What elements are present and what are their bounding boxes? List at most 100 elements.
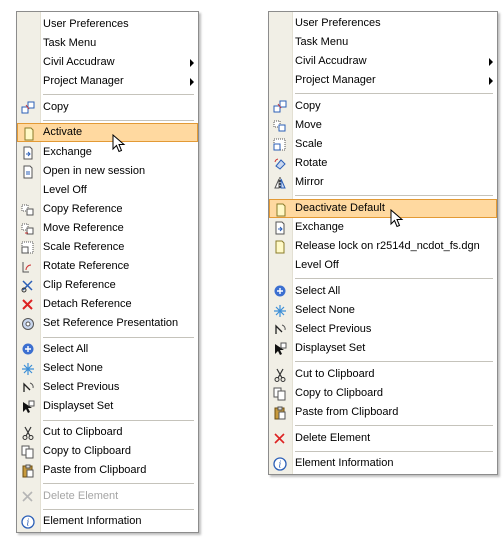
- displayset-icon: [20, 399, 36, 415]
- mouse-cursor-icon: [390, 209, 404, 228]
- menu-item-displayset-set[interactable]: Displayset Set: [17, 397, 198, 416]
- menu-item-project-manager[interactable]: Project Manager: [17, 72, 198, 91]
- menu-item-cut-to-clipboard[interactable]: Cut to Clipboard: [17, 423, 198, 442]
- select-all-icon: [20, 342, 36, 358]
- menu-item-rotate[interactable]: Rotate: [269, 154, 497, 173]
- menu-item-select-none[interactable]: Select None: [269, 301, 497, 320]
- submenu-arrow-icon: [190, 59, 194, 67]
- select-all-icon: [272, 284, 288, 300]
- menu-item-delete-element[interactable]: Delete Element: [269, 429, 497, 448]
- menu-item-civil-accudraw[interactable]: Civil Accudraw: [17, 53, 198, 72]
- menu-item-element-information[interactable]: i Element Information: [269, 454, 497, 473]
- menu-item-label: Displayset Set: [295, 342, 366, 354]
- menu-item-user-preferences[interactable]: User Preferences: [17, 15, 198, 34]
- menu-item-label: Move Reference: [43, 222, 124, 234]
- menu-item-scale[interactable]: Scale: [269, 135, 497, 154]
- menu-item-level-off[interactable]: Level Off: [269, 256, 497, 275]
- menu-item-label: Civil Accudraw: [295, 55, 367, 67]
- menu-item-label: Scale: [295, 138, 323, 150]
- cut-icon: [20, 425, 36, 441]
- menu-item-label: Deactivate Default: [295, 202, 385, 214]
- menu-item-label: Cut to Clipboard: [43, 426, 123, 438]
- context-menu-right: User Preferences Task Menu Civil Accudra…: [268, 11, 498, 475]
- paste-icon: [20, 463, 36, 479]
- menu-item-exchange[interactable]: Exchange: [269, 218, 497, 237]
- menu-item-displayset-set[interactable]: Displayset Set: [269, 339, 497, 358]
- menu-separator: [43, 337, 194, 338]
- menu-item-move[interactable]: Move: [269, 116, 497, 135]
- menu-item-cut-to-clipboard[interactable]: Cut to Clipboard: [269, 365, 497, 384]
- menu-item-label: Rotate Reference: [43, 260, 130, 272]
- menu-item-select-none[interactable]: Select None: [17, 359, 198, 378]
- menu-item-label: Level Off: [295, 259, 339, 271]
- menu-item-copy[interactable]: Copy: [269, 97, 497, 116]
- mouse-cursor-icon: [112, 134, 126, 153]
- rotate-reference-icon: [20, 259, 36, 275]
- menu-item-scale-reference[interactable]: Scale Reference: [17, 238, 198, 257]
- menu-item-project-manager[interactable]: Project Manager: [269, 71, 497, 90]
- menu-separator: [43, 483, 194, 484]
- menu-item-paste-from-clipboard[interactable]: Paste from Clipboard: [269, 403, 497, 422]
- copy-icon: [272, 99, 288, 115]
- menu-item-label: Level Off: [43, 184, 87, 196]
- menu-item-label: Delete Element: [43, 490, 119, 502]
- menu-item-label: Project Manager: [295, 74, 376, 86]
- menu-item-label: Paste from Clipboard: [43, 464, 147, 476]
- menu-item-civil-accudraw[interactable]: Civil Accudraw: [269, 52, 497, 71]
- menu-item-move-reference[interactable]: Move Reference: [17, 219, 198, 238]
- menu-item-label: User Preferences: [43, 18, 129, 30]
- menu-item-select-all[interactable]: Select All: [17, 340, 198, 359]
- menu-separator: [295, 195, 493, 196]
- menu-item-exchange[interactable]: Exchange: [17, 143, 198, 162]
- menu-item-open-in-new-session[interactable]: Open in new session: [17, 162, 198, 181]
- menu-item-label: Paste from Clipboard: [295, 406, 399, 418]
- open-session-icon: [20, 164, 36, 180]
- menu-item-label: Copy: [295, 100, 321, 112]
- menu-item-copy[interactable]: Copy: [17, 98, 198, 117]
- menu-separator: [43, 509, 194, 510]
- menu-item-label: Release lock on r2514d_ncdot_fs.dgn: [295, 240, 480, 252]
- menu-item-user-preferences[interactable]: User Preferences: [269, 14, 497, 33]
- menu-item-deactivate-default[interactable]: Deactivate Default: [269, 199, 497, 218]
- menu-item-label: Copy: [43, 101, 69, 113]
- menu-item-detach-reference[interactable]: Detach Reference: [17, 295, 198, 314]
- menu-item-label: Project Manager: [43, 75, 124, 87]
- info-icon: i: [20, 514, 36, 530]
- submenu-arrow-icon: [489, 77, 493, 85]
- menu-item-task-menu[interactable]: Task Menu: [269, 33, 497, 52]
- menu-item-label: Select All: [295, 285, 341, 297]
- menu-item-label: Select All: [43, 343, 89, 355]
- menu-item-copy-reference[interactable]: Copy Reference: [17, 200, 198, 219]
- menu-item-label: User Preferences: [295, 17, 381, 29]
- menu-item-paste-from-clipboard[interactable]: Paste from Clipboard: [17, 461, 198, 480]
- menu-item-label: Rotate: [295, 157, 328, 169]
- menu-item-release-lock[interactable]: Release lock on r2514d_ncdot_fs.dgn: [269, 237, 497, 256]
- menu-item-select-all[interactable]: Select All: [269, 282, 497, 301]
- menu-item-label: Mirror: [295, 176, 324, 188]
- menu-item-clip-reference[interactable]: Clip Reference: [17, 276, 198, 295]
- menu-item-copy-to-clipboard[interactable]: Copy to Clipboard: [269, 384, 497, 403]
- menu-item-label: Exchange: [295, 221, 344, 233]
- copy-icon: [20, 100, 36, 116]
- submenu-arrow-icon: [190, 78, 194, 86]
- menu-item-task-menu[interactable]: Task Menu: [17, 34, 198, 53]
- menu-item-set-reference-presentation[interactable]: Set Reference Presentation: [17, 314, 198, 333]
- menu-item-label: Delete Element: [295, 432, 371, 444]
- menu-item-select-previous[interactable]: Select Previous: [269, 320, 497, 339]
- menu-item-label: Select None: [295, 304, 355, 316]
- menu-item-copy-to-clipboard[interactable]: Copy to Clipboard: [17, 442, 198, 461]
- menu-item-rotate-reference[interactable]: Rotate Reference: [17, 257, 198, 276]
- exchange-icon: [272, 220, 288, 236]
- menu-item-mirror[interactable]: Mirror: [269, 173, 497, 192]
- menu-item-element-information[interactable]: i Element Information: [17, 512, 198, 531]
- menu-item-activate[interactable]: Activate: [17, 123, 198, 142]
- rotate-icon: [272, 156, 288, 172]
- menu-item-label: Detach Reference: [43, 298, 132, 310]
- delete-icon: [272, 431, 288, 447]
- copy-clipboard-icon: [272, 386, 288, 402]
- menu-item-select-previous[interactable]: Select Previous: [17, 378, 198, 397]
- menu-item-label: Open in new session: [43, 165, 146, 177]
- menu-item-delete-element: Delete Element: [17, 487, 198, 506]
- cut-icon: [272, 367, 288, 383]
- menu-item-level-off[interactable]: Level Off: [17, 181, 198, 200]
